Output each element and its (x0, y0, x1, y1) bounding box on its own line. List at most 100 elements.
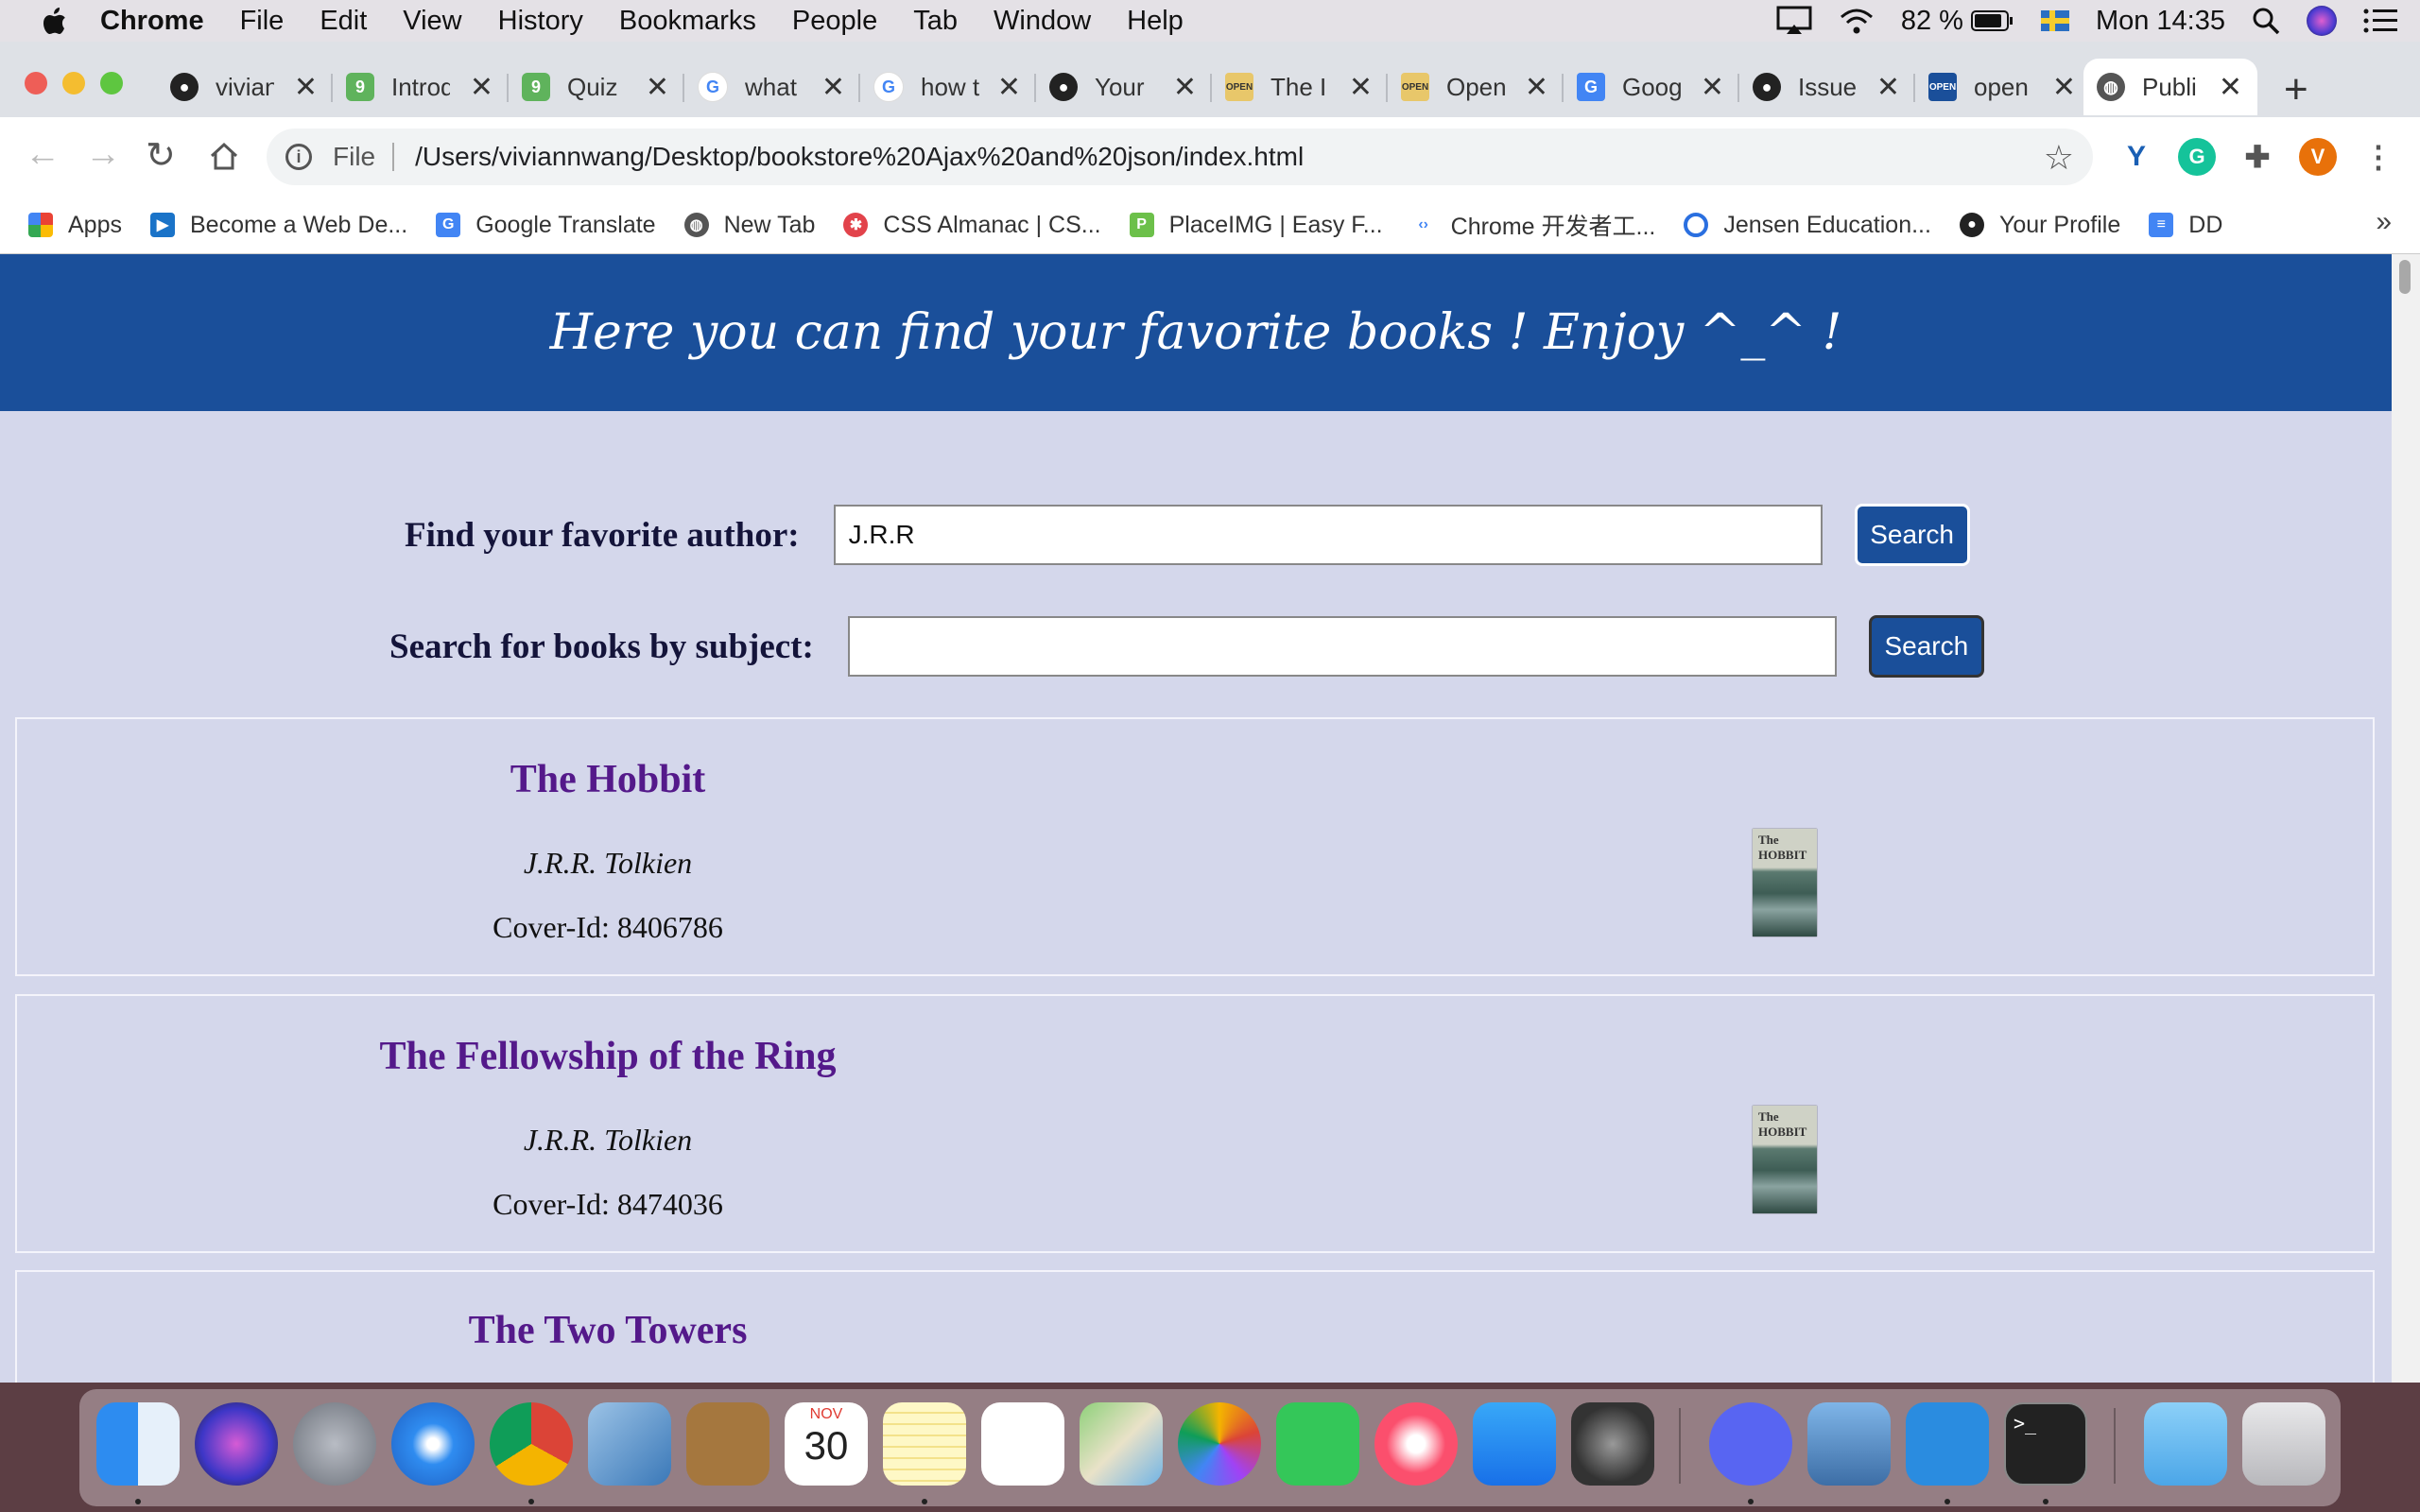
system-preferences-gear-icon[interactable] (1571, 1402, 1654, 1486)
bookmark-dd[interactable]: ≡ DD (2149, 212, 2222, 239)
author-search-input[interactable] (833, 505, 1823, 565)
site-info-icon[interactable]: i (285, 144, 312, 170)
tab-11[interactable]: OPEN open ✕ (1915, 60, 2091, 113)
input-source-flag-icon[interactable] (2040, 10, 2069, 31)
tab-close-icon[interactable]: ✕ (997, 71, 1021, 104)
tab-close-icon[interactable]: ✕ (821, 71, 845, 104)
reload-icon[interactable]: ↻ (146, 134, 176, 177)
google-icon: G (873, 72, 904, 102)
mail-stamp-icon[interactable] (588, 1402, 671, 1486)
menu-tab[interactable]: Tab (913, 6, 958, 37)
url-text[interactable]: /Users/viviannwang/Desktop/bookstore%20A… (415, 142, 1304, 172)
siri-icon[interactable] (195, 1402, 278, 1486)
page-scrollbar[interactable] (2392, 254, 2420, 1383)
vscode-icon[interactable] (1906, 1402, 1989, 1486)
grammarly-icon[interactable]: G (2178, 138, 2216, 176)
battery-icon[interactable] (1970, 9, 2014, 32)
author-search-button[interactable]: Search (1854, 504, 1970, 566)
tab-7[interactable]: OPEN The I ✕ (1212, 60, 1388, 113)
notification-center-icon[interactable] (2363, 8, 2397, 34)
tab-close-icon[interactable]: ✕ (1525, 71, 1548, 104)
tab-8[interactable]: OPEN Open ✕ (1388, 60, 1564, 113)
menu-view[interactable]: View (403, 6, 461, 37)
bookmarks-overflow-icon[interactable]: » (2376, 206, 2392, 238)
forward-arrow-icon[interactable]: → (85, 134, 121, 175)
new-tab-button[interactable]: + (2284, 66, 2308, 113)
maps-icon[interactable] (1080, 1402, 1163, 1486)
app-store-icon[interactable] (1473, 1402, 1556, 1486)
tab-10[interactable]: ● Issue ✕ (1739, 60, 1915, 113)
bookmark-jensen-education[interactable]: Jensen Education... (1684, 212, 1931, 239)
wifi-icon[interactable] (1839, 7, 1875, 35)
tab-9[interactable]: G Goog ✕ (1564, 60, 1739, 113)
tab-6[interactable]: ● Your ✕ (1036, 60, 1212, 113)
launchpad-rocket-icon[interactable] (293, 1402, 376, 1486)
menu-app-name[interactable]: Chrome (100, 6, 204, 37)
calendar-icon[interactable]: NOV 30 (785, 1402, 868, 1486)
tab-2[interactable]: 9 Introd ✕ (333, 60, 509, 113)
tab-close-icon[interactable]: ✕ (294, 71, 318, 104)
tab-1[interactable]: ● vivian ✕ (157, 60, 333, 113)
back-arrow-icon[interactable]: ← (25, 134, 60, 175)
bookmark-google-translate[interactable]: G Google Translate (436, 212, 656, 239)
bookmark-become-web-dev[interactable]: ▶ Become a Web De... (149, 212, 407, 239)
scrollbar-thumb[interactable] (2399, 260, 2411, 294)
tab-close-icon[interactable]: ✕ (2219, 71, 2242, 104)
menu-file[interactable]: File (240, 6, 285, 37)
menu-bookmarks[interactable]: Bookmarks (619, 6, 756, 37)
tab-close-icon[interactable]: ✕ (470, 71, 493, 104)
home-icon[interactable] (208, 140, 240, 172)
bookmark-placeimg[interactable]: P PlaceIMG | Easy F... (1129, 212, 1383, 239)
safari-compass-icon[interactable] (391, 1402, 475, 1486)
menu-people[interactable]: People (792, 6, 877, 37)
tab-close-icon[interactable]: ✕ (2052, 71, 2076, 104)
downloads-folder-icon[interactable] (2144, 1402, 2227, 1486)
tab-close-icon[interactable]: ✕ (1349, 71, 1373, 104)
subject-search-button[interactable]: Search (1868, 615, 1984, 678)
tab-close-icon[interactable]: ✕ (1701, 71, 1724, 104)
menu-clock[interactable]: Mon 14:35 (2096, 6, 2225, 37)
bookmark-css-almanac[interactable]: ✱ CSS Almanac | CS... (843, 212, 1101, 239)
reminders-icon[interactable] (981, 1402, 1064, 1486)
chrome-icon[interactable] (490, 1402, 573, 1486)
window-zoom-button[interactable] (100, 72, 123, 94)
facetime-icon[interactable] (1276, 1402, 1359, 1486)
tab-4[interactable]: G what ✕ (684, 60, 860, 113)
photos-icon[interactable] (1178, 1402, 1261, 1486)
apple-icon[interactable] (38, 4, 70, 38)
menu-history[interactable]: History (498, 6, 583, 37)
bookmark-star-icon[interactable]: ☆ (2044, 138, 2074, 178)
window-minimize-button[interactable] (62, 72, 85, 94)
siri-icon[interactable] (2307, 6, 2337, 36)
menu-window[interactable]: Window (994, 6, 1091, 37)
subject-search-input[interactable] (847, 616, 1837, 677)
tab-close-icon[interactable]: ✕ (646, 71, 669, 104)
tab-close-icon[interactable]: ✕ (1876, 71, 1900, 104)
bookmark-chrome-devtools[interactable]: ‹› Chrome 开发者工... (1410, 208, 1655, 242)
extensions-puzzle-icon[interactable]: ✚ (2238, 138, 2276, 176)
spotlight-search-icon[interactable] (2252, 7, 2280, 35)
chrome-menu-icon[interactable]: ⋮ (2360, 138, 2397, 176)
terminal-icon[interactable]: >_ (2004, 1402, 2087, 1486)
profile-avatar[interactable]: V (2299, 138, 2337, 176)
trash-icon[interactable] (2242, 1402, 2325, 1486)
finder-icon[interactable] (96, 1402, 180, 1486)
menu-edit[interactable]: Edit (320, 6, 367, 37)
notes-icon[interactable] (883, 1402, 966, 1486)
address-bar[interactable]: i File /Users/viviannwang/Desktop/bookst… (267, 129, 2093, 185)
preview-icon[interactable] (1807, 1402, 1891, 1486)
tab-5[interactable]: G how t ✕ (860, 60, 1036, 113)
window-close-button[interactable] (25, 72, 47, 94)
bookmark-new-tab[interactable]: ◍ New Tab (683, 212, 815, 239)
extension-y-icon[interactable]: Y (2118, 138, 2155, 176)
discord-icon[interactable] (1709, 1402, 1792, 1486)
contacts-icon[interactable] (686, 1402, 769, 1486)
menu-help[interactable]: Help (1127, 6, 1184, 37)
tab-12-active[interactable]: ◍ Publi ✕ (2083, 59, 2257, 115)
tab-close-icon[interactable]: ✕ (1173, 71, 1197, 104)
tab-3[interactable]: 9 Quiz ✕ (509, 60, 684, 113)
bookmark-apps[interactable]: Apps (28, 212, 122, 239)
music-note-icon[interactable] (1374, 1402, 1458, 1486)
airplay-icon[interactable] (1776, 6, 1812, 36)
bookmark-your-profile[interactable]: ● Your Profile (1959, 212, 2120, 239)
